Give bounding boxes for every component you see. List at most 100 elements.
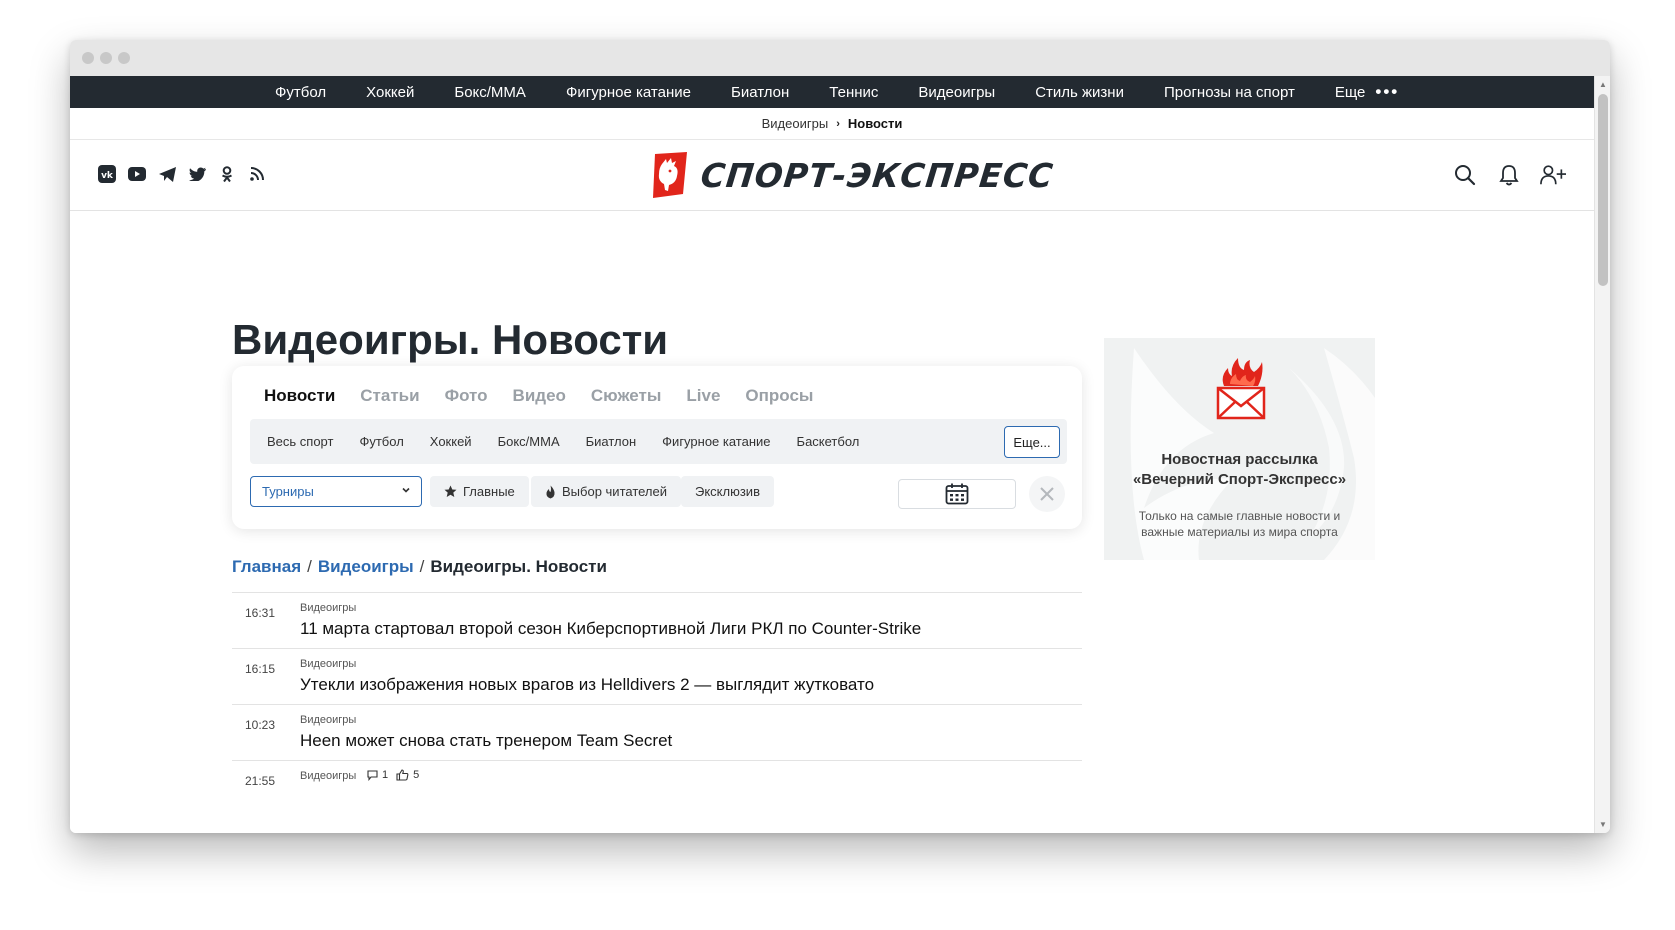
news-category[interactable]: Видеоигры — [300, 714, 356, 726]
subnav-parent-link[interactable]: Видеоигры — [762, 116, 829, 131]
newsletter-description: Только на самые главные новости и важные… — [1138, 509, 1341, 539]
tab-news[interactable]: Новости — [264, 386, 335, 406]
subnav-current: Новости — [847, 116, 903, 131]
exclusive-filter-label: Эксклюзив — [695, 484, 760, 499]
tab-articles[interactable]: Статьи — [360, 386, 419, 406]
search-icon[interactable] — [1452, 162, 1478, 188]
vk-icon[interactable]: vk — [98, 165, 116, 183]
comment-icon — [367, 769, 378, 781]
star-icon — [444, 485, 457, 497]
logo-text: СПОРТ-ЭКСПРЕСС — [698, 155, 1056, 195]
readers-choice-filter-label: Выбор читателей — [562, 484, 668, 499]
news-category[interactable]: Видеоигры — [300, 658, 356, 670]
tournaments-select[interactable]: Турниры — [250, 476, 422, 507]
add-user-icon[interactable] — [1540, 162, 1566, 188]
odnoklassniki-icon[interactable] — [218, 165, 236, 183]
tab-photo[interactable]: Фото — [445, 386, 488, 406]
site-logo[interactable]: СПОРТ-ЭКСПРЕСС — [647, 150, 1056, 200]
page-scrollbar[interactable]: ▲ ▼ — [1594, 76, 1610, 833]
youtube-icon[interactable] — [128, 165, 146, 183]
bell-icon[interactable] — [1496, 162, 1522, 188]
window-close-dot[interactable] — [82, 52, 94, 64]
nav-item-predictions[interactable]: Прогнозы на спорт — [1164, 84, 1295, 101]
news-time: 10:23 — [245, 718, 276, 732]
social-links: vk — [98, 165, 266, 183]
section-subnav: Видеоигры › Новости — [70, 108, 1594, 140]
tab-polls[interactable]: Опросы — [745, 386, 813, 406]
telegram-icon[interactable] — [158, 165, 176, 183]
window-titlebar — [70, 40, 1610, 76]
envelope-fire-icon — [1216, 358, 1266, 420]
news-meta: 1 5 — [367, 769, 419, 781]
news-title[interactable]: 11 марта стартовал второй сезон Киберспо… — [300, 619, 921, 639]
nav-item-hockey[interactable]: Хоккей — [366, 84, 414, 101]
more-dots-icon[interactable]: ••• — [1375, 82, 1399, 102]
nav-item-tennis[interactable]: Теннис — [829, 84, 878, 101]
news-item[interactable]: 16:15 Видеоигры Утекли изображения новых… — [232, 648, 1082, 704]
main-news-filter-label: Главные — [463, 484, 515, 499]
newsletter-title-line1: Новостная рассылка — [1161, 451, 1318, 468]
nav-item-more[interactable]: Еще — [1335, 84, 1366, 101]
scroll-up-icon[interactable]: ▲ — [1599, 80, 1607, 89]
window-minimize-dot[interactable] — [100, 52, 112, 64]
page-viewport: Футбол Хоккей Бокс/ММА Фигурное катание … — [70, 76, 1594, 833]
filter-card: Новости Статьи Фото Видео Сюжеты Live Оп… — [232, 366, 1082, 529]
sport-filter-basketball[interactable]: Баскетбол — [797, 434, 860, 449]
tournaments-select-value: Турниры — [262, 484, 314, 499]
news-time: 16:31 — [245, 606, 276, 620]
breadcrumb-separator: / — [307, 557, 312, 576]
scroll-thumb[interactable] — [1598, 94, 1608, 286]
sport-filter-all[interactable]: Весь спорт — [267, 434, 333, 449]
twitter-icon[interactable] — [188, 165, 206, 183]
content-type-tabs: Новости Статьи Фото Видео Сюжеты Live Оп… — [264, 386, 813, 406]
thumbs-up-icon — [396, 769, 409, 781]
sport-filter-hockey[interactable]: Хоккей — [430, 434, 472, 449]
nav-item-lifestyle[interactable]: Стиль жизни — [1035, 84, 1124, 101]
page-title: Видеоигры. Новости — [232, 316, 669, 363]
newsletter-title: Новостная рассылка «Вечерний Спорт-Экспр… — [1104, 450, 1375, 490]
breadcrumb-home-link[interactable]: Главная — [232, 557, 301, 576]
date-picker-field[interactable] — [898, 479, 1016, 509]
tab-live[interactable]: Live — [686, 386, 720, 406]
news-category[interactable]: Видеоигры — [300, 602, 356, 614]
sport-filter-figure-skating[interactable]: Фигурное катание — [662, 434, 770, 449]
readers-choice-filter-button[interactable]: Выбор читателей — [531, 476, 682, 507]
breadcrumb-current: Видеоигры. Новости — [430, 557, 607, 576]
nav-item-boxing-mma[interactable]: Бокс/ММА — [454, 84, 526, 101]
breadcrumb-section-link[interactable]: Видеоигры — [318, 557, 414, 576]
rss-icon[interactable] — [248, 165, 266, 183]
news-item[interactable]: 21:55 Видеоигры 1 5 — [232, 760, 1082, 816]
nav-item-biathlon[interactable]: Биатлон — [731, 84, 789, 101]
exclusive-filter-button[interactable]: Эксклюзив — [681, 476, 774, 507]
window-maximize-dot[interactable] — [118, 52, 130, 64]
top-navigation: Футбол Хоккей Бокс/ММА Фигурное катание … — [70, 76, 1594, 108]
svg-text:vk: vk — [101, 171, 114, 181]
rooster-logo-icon — [653, 152, 687, 198]
news-item[interactable]: 16:31 Видеоигры 11 марта стартовал второ… — [232, 592, 1082, 648]
chevron-down-icon — [402, 487, 410, 493]
sport-filter-biathlon[interactable]: Биатлон — [586, 434, 637, 449]
newsletter-title-line2: «Вечерний Спорт-Экспресс» — [1132, 471, 1347, 488]
sports-more-button[interactable]: Еще... — [1004, 426, 1060, 458]
main-news-filter-button[interactable]: Главные — [430, 476, 529, 507]
chevron-right-icon: › — [836, 117, 840, 130]
news-title[interactable]: Heen может снова стать тренером Team Sec… — [300, 731, 672, 751]
sport-filter-football[interactable]: Футбол — [359, 434, 403, 449]
news-category[interactable]: Видеоигры — [300, 770, 356, 782]
news-title[interactable]: Утекли изображения новых врагов из Helld… — [300, 675, 874, 695]
nav-item-videogames[interactable]: Видеоигры — [918, 84, 995, 101]
tab-video[interactable]: Видео — [513, 386, 566, 406]
nav-item-figure-skating[interactable]: Фигурное катание — [566, 84, 691, 101]
scroll-down-icon[interactable]: ▼ — [1599, 820, 1607, 829]
news-item[interactable]: 10:23 Видеоигры Heen может снова стать т… — [232, 704, 1082, 760]
breadcrumb: Главная / Видеоигры / Видеоигры. Новости — [232, 557, 607, 577]
news-time: 16:15 — [245, 662, 276, 676]
tab-stories[interactable]: Сюжеты — [591, 386, 661, 406]
calendar-icon — [945, 483, 969, 505]
newsletter-promo[interactable]: Новостная рассылка «Вечерний Спорт-Экспр… — [1104, 338, 1375, 560]
nav-item-football[interactable]: Футбол — [275, 84, 326, 101]
close-icon — [1040, 487, 1054, 501]
clear-filters-button[interactable] — [1029, 476, 1065, 512]
news-time: 21:55 — [245, 774, 276, 788]
sport-filter-boxing-mma[interactable]: Бокс/ММА — [498, 434, 560, 449]
